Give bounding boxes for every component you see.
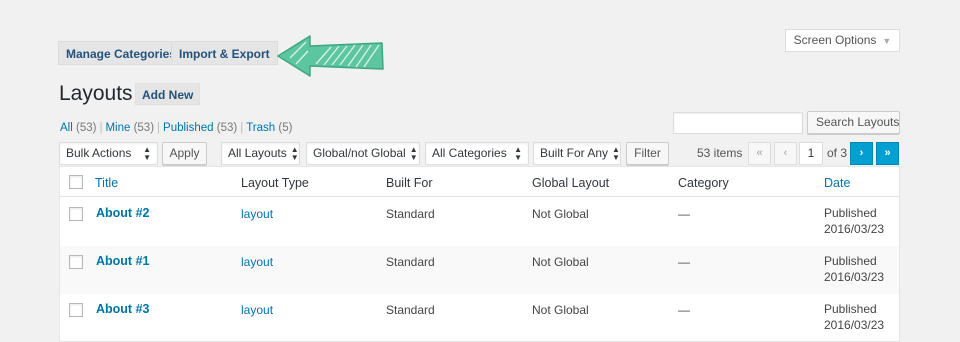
select-arrows-icon: ▲ ▼	[143, 144, 151, 162]
column-category: Category	[678, 176, 729, 190]
row-category: —	[678, 303, 690, 317]
page-title: Layouts	[59, 82, 133, 105]
bulk-actions-select[interactable]: Bulk Actions ▲ ▼	[59, 142, 158, 165]
column-date[interactable]: Date	[824, 176, 850, 190]
current-page-input[interactable]: 1	[799, 142, 823, 165]
row-layout-type[interactable]: layout	[241, 303, 273, 317]
row-global: Not Global	[532, 303, 589, 317]
bulk-actions-value: Bulk Actions	[66, 146, 132, 160]
filter-mine-link[interactable]: Mine (53)	[105, 122, 154, 134]
layouts-value: All Layouts	[228, 146, 287, 160]
row-title-link[interactable]: About #2	[96, 206, 149, 220]
filter-published-count: (53)	[216, 122, 238, 134]
table-row: About #2 layout Standard Not Global — Pu…	[60, 198, 899, 246]
arrow-left-icon	[277, 35, 384, 77]
filter-trash-label: Trash	[246, 122, 276, 134]
column-title[interactable]: Title	[95, 176, 118, 190]
apply-button[interactable]: Apply	[162, 142, 207, 165]
select-arrows-icon: ▲ ▼	[290, 144, 299, 162]
filter-button[interactable]: Filter	[626, 142, 669, 165]
select-arrows-icon: ▲ ▼	[612, 144, 620, 162]
categories-value: All Categories	[432, 146, 507, 160]
screen-options-button[interactable]: Screen Options ▼	[785, 29, 900, 52]
row-status: Published	[824, 254, 877, 268]
caret-down-icon: ▼	[882, 36, 892, 46]
filter-published-label: Published	[163, 122, 214, 134]
row-checkbox[interactable]	[69, 207, 83, 221]
total-pages: of 3	[827, 146, 848, 160]
add-new-button[interactable]: Add New	[135, 83, 201, 105]
layouts-table: Title Layout Type Built For Global Layou…	[59, 166, 900, 342]
manage-categories-tab[interactable]: Manage Categories	[58, 41, 185, 65]
row-date-value: 2016/03/23	[824, 270, 885, 284]
row-date-value: 2016/03/23	[824, 318, 885, 332]
items-count: 53 items	[697, 146, 743, 160]
layouts-select[interactable]: All Layouts ▲ ▼	[221, 142, 300, 165]
filter-mine-label: Mine	[105, 122, 131, 134]
row-status: Published	[824, 206, 877, 220]
row-title-link[interactable]: About #3	[96, 302, 149, 316]
row-checkbox[interactable]	[69, 255, 83, 269]
row-date: Published 2016/03/23	[824, 205, 884, 237]
search-layouts-button[interactable]: Search Layouts	[807, 111, 900, 134]
filter-published-link[interactable]: Published (53)	[163, 122, 237, 134]
row-global: Not Global	[532, 207, 589, 221]
select-all-checkbox[interactable]	[69, 175, 83, 189]
prev-page-button[interactable]: ‹	[774, 142, 797, 165]
built-for-select[interactable]: Built For Any ▲ ▼	[533, 142, 621, 165]
table-header: Title Layout Type Built For Global Layou…	[60, 167, 899, 197]
filter-trash-link[interactable]: Trash (5)	[246, 122, 292, 134]
row-status: Published	[824, 302, 877, 316]
row-global: Not Global	[532, 255, 589, 269]
screen-options-label: Screen Options	[793, 33, 877, 47]
row-category: —	[678, 255, 690, 269]
column-built-for: Built For	[386, 176, 433, 190]
table-row: About #3 layout Standard Not Global — Pu…	[60, 294, 899, 342]
column-layout-type: Layout Type	[241, 176, 309, 190]
select-arrows-icon: ▲ ▼	[514, 144, 522, 162]
global-value: Global/not Global	[313, 146, 406, 160]
row-title-link[interactable]: About #1	[96, 254, 149, 268]
filter-all-count: (53)	[75, 122, 97, 134]
search-input[interactable]	[673, 112, 803, 134]
row-date: Published 2016/03/23	[824, 301, 884, 333]
row-built-for: Standard	[386, 255, 435, 269]
row-date-value: 2016/03/23	[824, 222, 885, 236]
row-built-for: Standard	[386, 303, 435, 317]
row-date: Published 2016/03/23	[824, 253, 884, 285]
column-global-layout: Global Layout	[532, 176, 610, 190]
table-row: About #1 layout Standard Not Global — Pu…	[60, 246, 899, 294]
built-for-value: Built For Any	[540, 146, 609, 160]
filter-all-label: All	[60, 122, 73, 134]
first-page-button[interactable]: «	[748, 142, 771, 165]
filter-mine-count: (53)	[133, 122, 155, 134]
global-select[interactable]: Global/not Global ▲ ▼	[306, 142, 420, 165]
row-built-for: Standard	[386, 207, 435, 221]
import-export-tab[interactable]: Import & Export	[171, 41, 278, 65]
next-page-button[interactable]: ›	[850, 142, 873, 165]
row-checkbox[interactable]	[69, 303, 83, 317]
categories-select[interactable]: All Categories ▲ ▼	[425, 142, 529, 165]
filter-all-link[interactable]: All (53)	[60, 122, 96, 134]
status-filters: All (53) | Mine (53) | Published (53) | Trash …	[60, 122, 293, 134]
select-arrows-icon: ▲ ▼	[409, 144, 418, 162]
row-layout-type[interactable]: layout	[241, 207, 273, 221]
row-layout-type[interactable]: layout	[241, 255, 273, 269]
filter-trash-count: (5)	[278, 122, 293, 134]
row-category: —	[678, 207, 690, 221]
last-page-button[interactable]: »	[876, 142, 899, 165]
